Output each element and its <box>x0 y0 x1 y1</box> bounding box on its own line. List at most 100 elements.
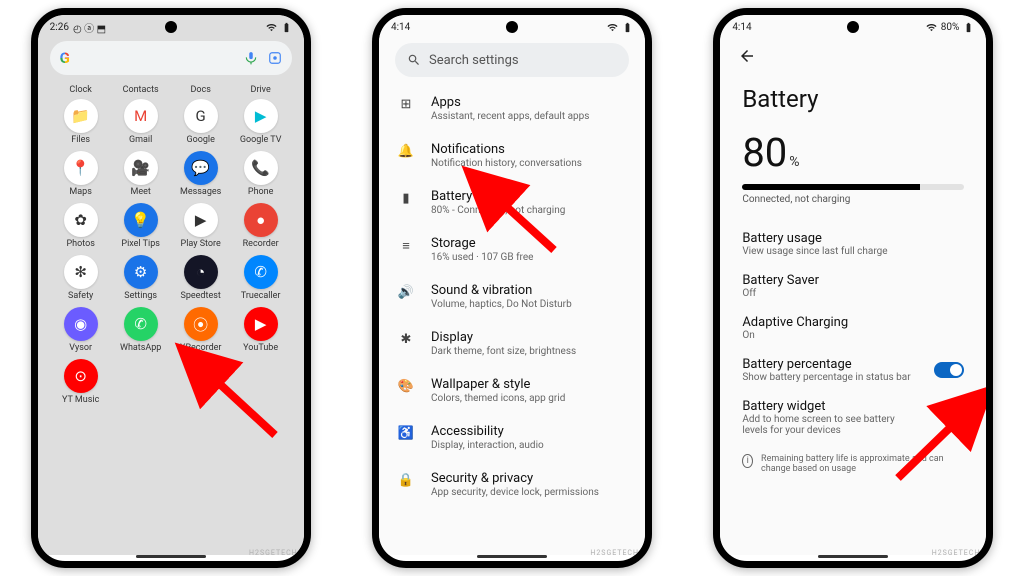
watermark: H2SGETECH <box>590 549 639 557</box>
app-meet[interactable]: 🎥 Meet <box>112 151 170 197</box>
storage-icon: ≡ <box>395 238 417 254</box>
camera-punch <box>165 21 177 33</box>
app-label[interactable]: Docs <box>172 85 230 95</box>
setting-title: Wallpaper & style <box>431 377 565 392</box>
app-label: Gmail <box>129 135 152 145</box>
status-indicators: ◴ ⓐ ⬒ <box>73 20 106 35</box>
app-recorder[interactable]: ●Recorder <box>232 203 290 249</box>
app-icon: 🎥 <box>124 151 158 185</box>
app-xrecorder[interactable]: ⦿XRecorder <box>172 307 230 353</box>
app-label: Recorder <box>243 239 279 249</box>
battery-row-battery-percentage[interactable]: Battery percentageShow battery percentag… <box>742 349 964 391</box>
app-youtube[interactable]: ▶YouTube <box>232 307 290 353</box>
setting-subtitle: Dark theme, font size, brightness <box>431 346 576 357</box>
setting-storage[interactable]: ≡Storage16% used · 107 GB free <box>393 226 625 273</box>
info-icon: i <box>742 454 753 468</box>
toggle-switch[interactable] <box>934 362 964 378</box>
app-label[interactable]: Drive <box>232 85 290 95</box>
nav-pill[interactable] <box>477 555 547 558</box>
app-speedtest[interactable]: ◔ Speedtest <box>172 255 230 301</box>
app-safety[interactable]: ✻Safety <box>52 255 110 301</box>
app-whatsapp[interactable]: ✆WhatsApp <box>112 307 170 353</box>
setting-accessibility[interactable]: ♿AccessibilityDisplay, interaction, audi… <box>393 414 625 461</box>
app-google-tv[interactable]: ▶ Google TV <box>232 99 290 145</box>
setting-title: Storage <box>431 236 533 251</box>
setting-title: Battery <box>431 189 565 204</box>
row-subtitle: Off <box>742 288 819 299</box>
app-label: Meet <box>130 187 150 197</box>
app-vysor[interactable]: ◉ Vysor <box>52 307 110 353</box>
app-label: YouTube <box>243 343 278 353</box>
search-bar[interactable]: G <box>50 41 292 75</box>
status-time: 2:26 <box>50 22 69 33</box>
phone-battery-page: 4:14 80% Battery 80% Connected, not char… <box>713 8 993 568</box>
nav-pill[interactable] <box>818 555 888 558</box>
battery-icon <box>281 22 292 33</box>
battery-row-adaptive-charging[interactable]: Adaptive ChargingOn <box>742 307 964 349</box>
app-icon: ◉ <box>64 307 98 341</box>
setting-display[interactable]: ✱DisplayDark theme, font size, brightnes… <box>393 320 625 367</box>
row-title: Battery percentage <box>742 357 910 372</box>
app-label: Settings <box>124 291 157 301</box>
app-icon: ◔ <box>184 255 218 289</box>
app-google[interactable]: GGoogle <box>172 99 230 145</box>
row-title: Battery widget <box>742 399 922 414</box>
app-pixel-tips[interactable]: 💡 Pixel Tips <box>112 203 170 249</box>
setting-subtitle: Notification history, conversations <box>431 158 582 169</box>
app-play-store[interactable]: ▶Play Store <box>172 203 230 249</box>
row-title: Battery Saver <box>742 273 819 288</box>
watermark: H2SGETECH <box>932 549 981 557</box>
setting-subtitle: App security, device lock, permissions <box>431 487 599 498</box>
app-icon: ⦿ <box>184 307 218 341</box>
app-icon: 💡 <box>124 203 158 237</box>
search-placeholder: Search settings <box>429 53 519 68</box>
google-g-icon: G <box>60 49 70 67</box>
app-yt-music[interactable]: ⊙YT Music <box>52 359 110 405</box>
app-label: Maps <box>69 187 91 197</box>
setting-notifications[interactable]: 🔔NotificationsNotification history, conv… <box>393 132 625 179</box>
setting-security-privacy[interactable]: 🔒Security & privacyApp security, device … <box>393 461 625 508</box>
battery-row-battery-saver[interactable]: Battery SaverOff <box>742 265 964 307</box>
app-messages[interactable]: 💬Messages <box>172 151 230 197</box>
battery-row-battery-usage[interactable]: Battery usageView usage since last full … <box>742 223 964 265</box>
percent-suffix: % <box>789 154 799 170</box>
lens-icon[interactable] <box>268 51 282 65</box>
notifications-icon: 🔔 <box>395 144 417 159</box>
setting-subtitle: Colors, themed icons, app grid <box>431 393 565 404</box>
row-subtitle: View usage since last full charge <box>742 246 887 257</box>
search-input[interactable]: Search settings <box>395 43 629 77</box>
battery-row-battery-widget[interactable]: Battery widgetAdd to home screen to see … <box>742 391 964 444</box>
app-label: Google TV <box>240 135 282 145</box>
app-icon: ✻ <box>64 255 98 289</box>
setting-subtitle: 80% - Connected, not charging <box>431 205 565 216</box>
app-label[interactable]: Clock <box>52 85 110 95</box>
setting-subtitle: Assistant, recent apps, default apps <box>431 111 589 122</box>
nav-pill[interactable] <box>136 555 206 558</box>
app-label: Pixel Tips <box>121 239 160 249</box>
wifi-icon <box>266 22 277 33</box>
app-icon: ▶ <box>244 99 278 133</box>
app-gmail[interactable]: MGmail <box>112 99 170 145</box>
app-settings[interactable]: ⚙ Settings <box>112 255 170 301</box>
app-label[interactable]: Contacts <box>112 85 170 95</box>
app-icon: ⚙ <box>124 255 158 289</box>
setting-battery[interactable]: ▮Battery80% - Connected, not charging <box>393 179 625 226</box>
app-label: Google <box>186 135 214 145</box>
mic-icon[interactable] <box>244 51 258 65</box>
watermark: H2SGETECH <box>249 549 298 557</box>
setting-sound-vibration[interactable]: 🔊Sound & vibrationVolume, haptics, Do No… <box>393 273 625 320</box>
app-phone[interactable]: 📞Phone <box>232 151 290 197</box>
back-icon[interactable] <box>738 47 756 65</box>
setting-wallpaper-style[interactable]: 🎨Wallpaper & styleColors, themed icons, … <box>393 367 625 414</box>
app-truecaller[interactable]: ✆Truecaller <box>232 255 290 301</box>
app-files[interactable]: 📁Files <box>52 99 110 145</box>
row-subtitle: Show battery percentage in status bar <box>742 372 910 383</box>
app-label: Messages <box>180 187 221 197</box>
app-photos[interactable]: ✿Photos <box>52 203 110 249</box>
setting-apps[interactable]: ⊞AppsAssistant, recent apps, default app… <box>393 85 625 132</box>
setting-title: Security & privacy <box>431 471 599 486</box>
app-label: Speedtest <box>180 291 220 301</box>
app-label: Vysor <box>69 343 92 353</box>
app-maps[interactable]: 📍Maps <box>52 151 110 197</box>
app-label: WhatsApp <box>120 343 161 353</box>
